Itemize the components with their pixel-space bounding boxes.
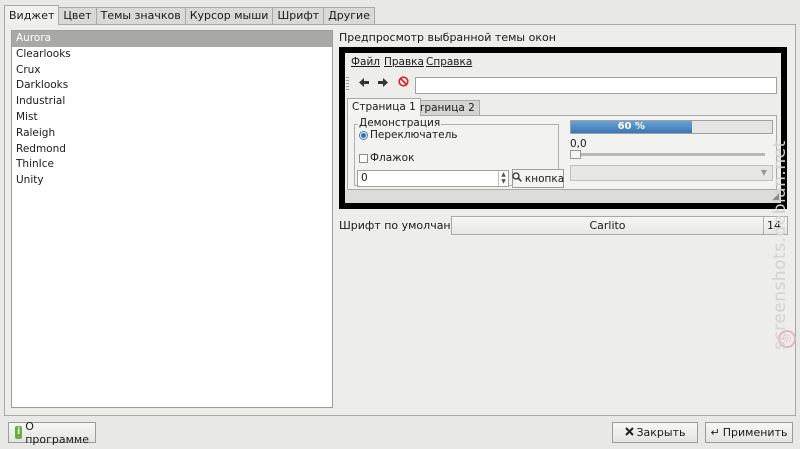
tab-icon-themes[interactable]: Темы значков <box>95 7 186 25</box>
back-arrow-icon[interactable] <box>355 76 373 92</box>
forward-arrow-icon[interactable] <box>374 76 392 92</box>
enter-arrow-icon: ↵ <box>710 426 720 439</box>
preview-tab-page1[interactable]: Страница 1 <box>347 98 421 116</box>
demo-radio[interactable]: Переключатель <box>359 129 458 141</box>
demo-frame: Демонстрация Переключатель Флажок 0 ▲▼ <box>354 117 564 188</box>
font-name: Carlito <box>589 219 626 232</box>
about-button[interactable]: i О программе <box>8 419 96 446</box>
close-button-label: Закрыть <box>636 426 686 439</box>
stop-icon[interactable] <box>394 76 412 92</box>
theme-item-mist[interactable]: Mist <box>12 110 332 126</box>
close-button[interactable]: Закрыть <box>612 422 698 443</box>
about-button-label: О программе <box>25 419 89 446</box>
progress-fill: 60 % <box>571 121 692 133</box>
theme-list[interactable]: Aurora Clearlooks Crux Darklooks Industr… <box>11 30 333 408</box>
preview-title: Предпросмотр выбранной темы окон <box>339 31 556 44</box>
demo-combo-disabled: ▼ <box>570 165 773 181</box>
tab-widget[interactable]: Виджет <box>4 5 60 25</box>
preview-menubar: Файл Правка Справка <box>345 53 781 70</box>
info-icon: i <box>15 426 23 439</box>
toolbar-grip-icon <box>346 77 349 91</box>
demo-frame-label: Демонстрация <box>358 117 442 129</box>
apply-button-label: Применить <box>722 426 788 439</box>
preview-notebook: Демонстрация Переключатель Флажок 0 ▲▼ <box>347 115 777 190</box>
scale-value: 0,0 <box>570 138 587 150</box>
preview-menu-edit[interactable]: Правка <box>384 56 424 68</box>
preview-text-entry[interactable] <box>415 77 777 94</box>
theme-item-unity[interactable]: Unity <box>12 173 332 189</box>
demo-checkbox[interactable]: Флажок <box>359 152 414 164</box>
demo-slider[interactable] <box>570 150 765 159</box>
tab-font[interactable]: Шрифт <box>272 7 325 25</box>
search-icon <box>512 172 522 185</box>
font-chooser-button[interactable]: Carlito 14 <box>451 216 788 235</box>
preview-window: Файл Правка Справка Страница 1 Страница … <box>345 53 781 203</box>
apply-button[interactable]: ↵ Применить <box>705 422 793 443</box>
theme-preview: Файл Правка Справка Страница 1 Страница … <box>339 47 787 209</box>
theme-item-clearlooks[interactable]: Clearlooks <box>12 47 332 63</box>
preview-menu-file[interactable]: Файл <box>351 56 380 68</box>
slider-handle[interactable] <box>570 150 581 159</box>
close-icon <box>624 426 634 439</box>
theme-item-thinice[interactable]: ThinIce <box>12 157 332 173</box>
theme-item-redmond[interactable]: Redmond <box>12 142 332 158</box>
checkbox-box <box>359 153 368 163</box>
spin-arrows-icon[interactable]: ▲ ▼ <box>498 171 508 186</box>
preview-statusbar: ◢ <box>345 190 781 203</box>
tab-other[interactable]: Другие <box>323 7 375 25</box>
tab-color[interactable]: Цвет <box>58 7 97 25</box>
demo-button-label: кнопка <box>524 172 565 185</box>
preview-menu-help[interactable]: Справка <box>426 56 472 68</box>
demo-spin-input[interactable]: 0 ▲ ▼ <box>357 170 509 187</box>
radio-label: Переключатель <box>370 129 458 141</box>
spin-value: 0 <box>361 172 368 184</box>
theme-item-raleigh[interactable]: Raleigh <box>12 126 332 142</box>
theme-item-crux[interactable]: Crux <box>12 63 332 79</box>
demo-progress-bar: 60 % <box>570 120 773 134</box>
radio-selected-icon <box>359 130 368 140</box>
theme-item-aurora[interactable]: Aurora <box>12 31 332 47</box>
preview-toolbar <box>345 73 781 95</box>
theme-item-industrial[interactable]: Industrial <box>12 94 332 110</box>
tab-mouse-cursor[interactable]: Курсор мыши <box>184 7 274 25</box>
theme-item-darklooks[interactable]: Darklooks <box>12 78 332 94</box>
demo-button[interactable]: кнопка <box>512 169 564 188</box>
watermark: screenshots.debian.net <box>770 140 790 350</box>
tab-bar: Виджет Цвет Темы значков Курсор мыши Шри… <box>4 5 375 25</box>
checkbox-label: Флажок <box>370 152 415 164</box>
